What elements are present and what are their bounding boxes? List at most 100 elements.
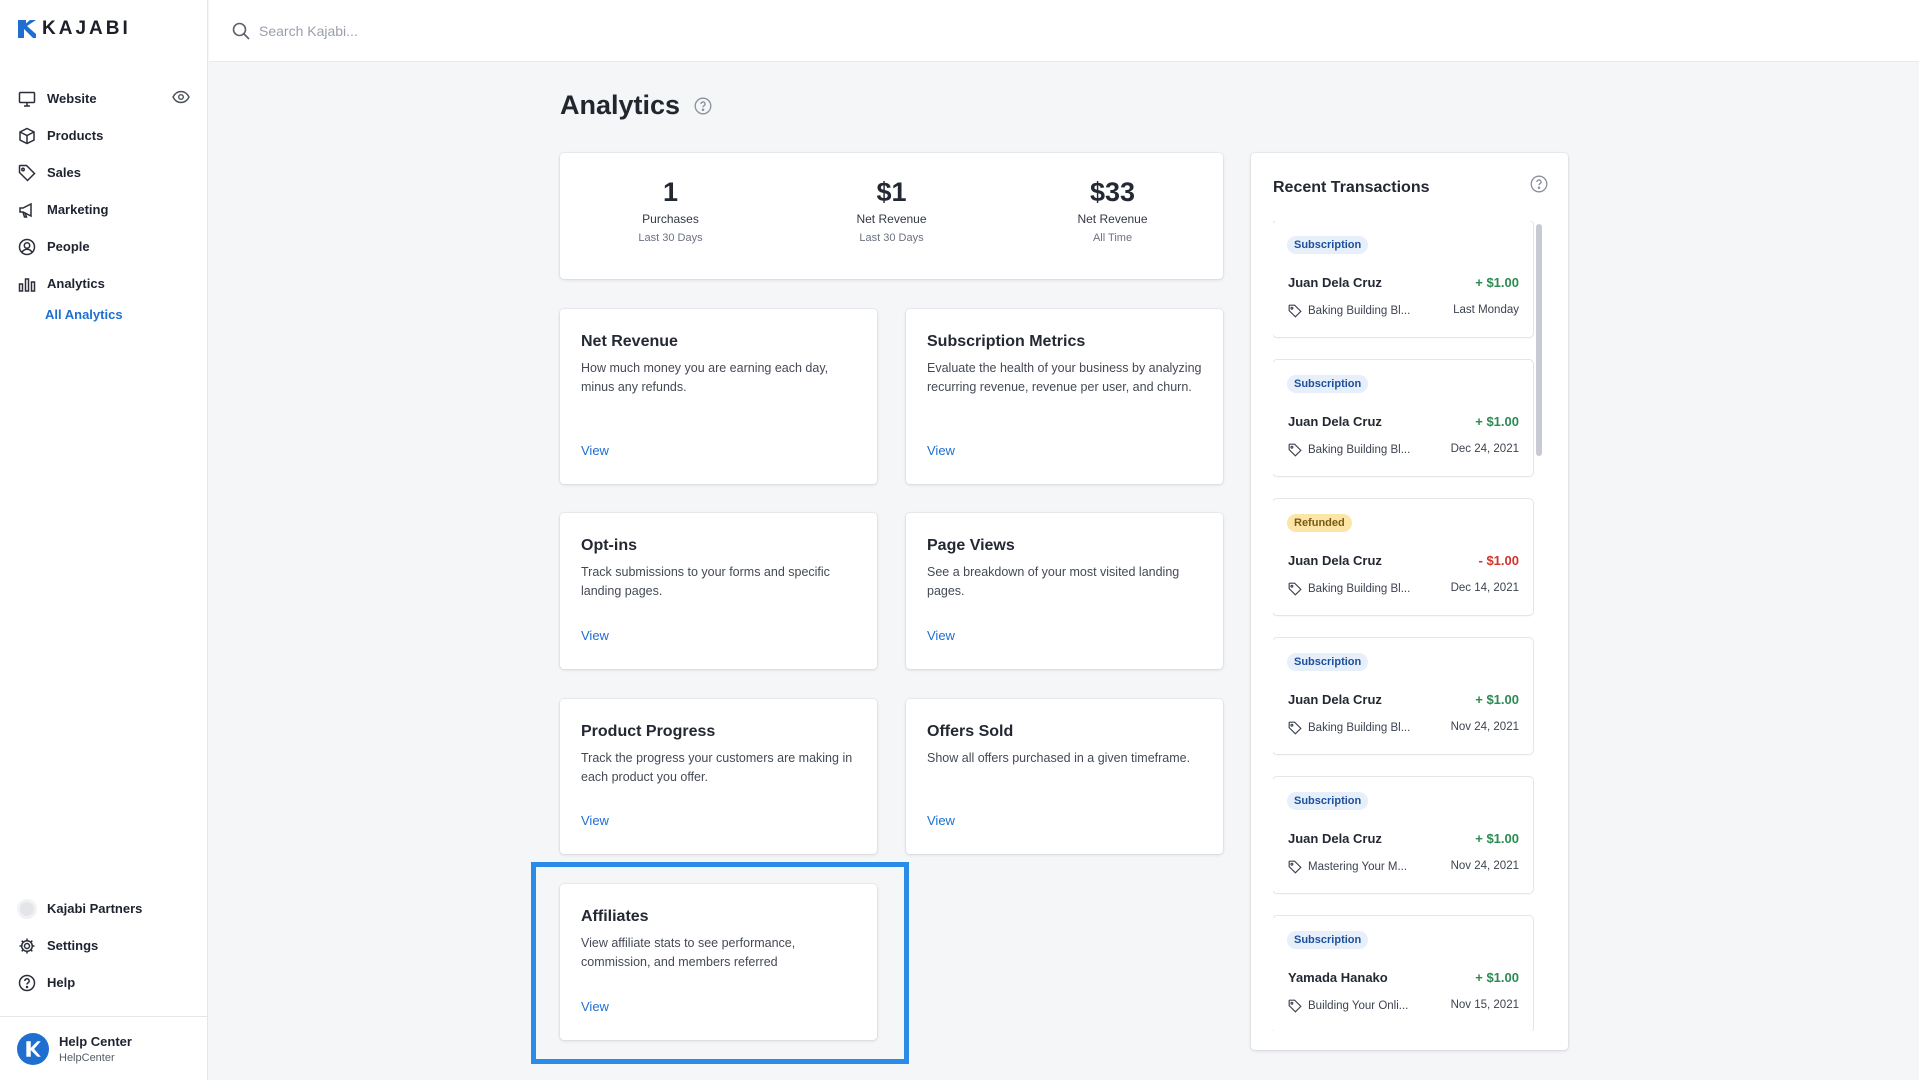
report-title: Offers Sold — [927, 723, 1014, 740]
sidebar-item-label: Help — [47, 975, 76, 990]
customer-name: Juan Dela Cruz — [1288, 692, 1382, 707]
view-link[interactable]: View — [927, 813, 955, 828]
status-badge: Subscription — [1287, 375, 1369, 393]
transaction-list[interactable]: Subscription Juan Dela Cruz + $1.00 Baki… — [1273, 221, 1535, 1031]
tag-icon — [1288, 304, 1302, 318]
report-card-affiliates: Affiliates View affiliate stats to see p… — [560, 884, 877, 1040]
product-name-text: Mastering Your M... — [1308, 861, 1408, 873]
product-name-text: Baking Building Bl... — [1308, 583, 1411, 595]
report-card-offers-sold: Offers Sold Show all offers purchased in… — [906, 699, 1223, 854]
user-circle-icon — [17, 237, 37, 257]
stat-period: Last 30 Days — [859, 232, 924, 244]
transaction-item[interactable]: Subscription Juan Dela Cruz + $1.00 Baki… — [1273, 638, 1533, 754]
stat-value: $33 — [1089, 177, 1136, 207]
page-title: Analytics — [560, 90, 712, 121]
report-description: Track submissions to your forms and spec… — [581, 565, 830, 598]
sidebar-item-marketing[interactable]: Marketing — [0, 191, 208, 228]
product-name: Mastering Your M... — [1288, 860, 1407, 874]
view-link[interactable]: View — [927, 443, 955, 458]
status-badge: Refunded — [1287, 514, 1352, 532]
report-title: Product Progress — [581, 723, 716, 740]
report-description: See a breakdown of your most visited lan… — [927, 565, 1180, 598]
account-name: Help Center — [59, 1033, 132, 1049]
sidebar-item-label: Products — [47, 128, 104, 143]
customer-name: Juan Dela Cruz — [1288, 414, 1382, 429]
sidebar-item-label: People — [47, 239, 90, 254]
sidebar-item-settings[interactable]: Settings — [0, 927, 208, 964]
sidebar-subitem-all-analytics[interactable]: All Analytics — [0, 302, 208, 326]
transaction-amount: + $1.00 — [1475, 692, 1519, 707]
help-circle-icon[interactable] — [694, 97, 712, 115]
transaction-amount: - $1.00 — [1478, 553, 1519, 568]
sidebar-item-label: Marketing — [47, 202, 109, 217]
stat-purchases: 1 Purchases Last 30 Days — [560, 153, 781, 279]
top-bar — [209, 0, 1919, 62]
bar-chart-icon — [17, 274, 37, 294]
transaction-item[interactable]: Refunded Juan Dela Cruz - $1.00 Baking B… — [1273, 499, 1533, 615]
product-name: Baking Building Bl... — [1288, 443, 1410, 457]
transactions-scrollbar[interactable] — [1536, 224, 1542, 456]
view-link[interactable]: View — [581, 813, 609, 828]
stat-value: $1 — [876, 177, 907, 207]
product-name-text: Building Your Onli... — [1308, 1000, 1409, 1012]
sidebar-item-help[interactable]: Help — [0, 964, 208, 1001]
sidebar-item-label: Sales — [47, 165, 81, 180]
stat-label: Net Revenue — [856, 212, 927, 226]
sidebar-item-kajabi-partners[interactable]: Kajabi Partners — [0, 890, 208, 927]
sidebar-item-website[interactable]: Website — [0, 80, 208, 117]
report-title: Net Revenue — [581, 333, 678, 350]
avatar — [17, 1032, 49, 1065]
sidebar-item-people[interactable]: People — [0, 228, 208, 265]
transaction-amount: + $1.00 — [1475, 831, 1519, 846]
view-link[interactable]: View — [581, 999, 609, 1014]
product-name: Baking Building Bl... — [1288, 304, 1410, 318]
sidebar-item-label: Settings — [47, 938, 99, 953]
main-nav: Website Products Sales Marketing People … — [0, 80, 208, 326]
sidebar-item-analytics[interactable]: Analytics — [0, 265, 208, 302]
stat-period: All Time — [1092, 232, 1133, 244]
tag-icon — [1288, 443, 1302, 457]
recent-transactions-panel: Recent Transactions Subscription Juan De… — [1251, 153, 1568, 1050]
report-title: Subscription Metrics — [927, 333, 1086, 350]
view-link[interactable]: View — [581, 443, 609, 458]
search-input[interactable] — [259, 22, 759, 39]
transaction-date: Nov 24, 2021 — [1450, 860, 1519, 872]
account-switcher[interactable]: Help Center HelpCenter — [0, 1016, 208, 1080]
transaction-item[interactable]: Subscription Juan Dela Cruz + $1.00 Baki… — [1273, 360, 1533, 476]
transaction-date: Last Monday — [1453, 304, 1519, 316]
view-link[interactable]: View — [927, 628, 955, 643]
product-name: Baking Building Bl... — [1288, 721, 1410, 735]
eye-icon[interactable] — [172, 90, 190, 107]
report-title: Opt-ins — [581, 537, 637, 554]
transaction-item[interactable]: Subscription Yamada Hanako + $1.00 Build… — [1273, 916, 1533, 1031]
panel-title: Recent Transactions — [1273, 179, 1430, 196]
account-subtitle: HelpCenter — [59, 1051, 115, 1064]
report-title: Affiliates — [581, 908, 649, 925]
transaction-date: Dec 14, 2021 — [1450, 582, 1519, 594]
stats-summary-card: 1 Purchases Last 30 Days $1 Net Revenue … — [560, 153, 1223, 279]
product-name: Baking Building Bl... — [1288, 582, 1410, 596]
search-icon — [232, 22, 250, 40]
box-icon — [17, 126, 37, 146]
transaction-date: Nov 24, 2021 — [1450, 721, 1519, 733]
report-card-net-revenue: Net Revenue How much money you are earni… — [560, 309, 877, 484]
transaction-date: Nov 15, 2021 — [1450, 999, 1519, 1011]
report-card-page-views: Page Views See a breakdown of your most … — [906, 513, 1223, 669]
product-name-text: Baking Building Bl... — [1308, 444, 1411, 456]
stat-net-revenue-30d: $1 Net Revenue Last 30 Days — [781, 153, 1002, 279]
partner-icon — [17, 898, 37, 919]
view-link[interactable]: View — [581, 628, 609, 643]
sidebar-item-products[interactable]: Products — [0, 117, 208, 154]
transaction-item[interactable]: Subscription Juan Dela Cruz + $1.00 Mast… — [1273, 777, 1533, 893]
kajabi-logo[interactable]: KAJABI — [18, 18, 131, 40]
status-badge: Subscription — [1287, 236, 1369, 254]
help-circle-icon[interactable] — [1530, 175, 1548, 193]
status-badge: Subscription — [1287, 792, 1369, 810]
transaction-item[interactable]: Subscription Juan Dela Cruz + $1.00 Baki… — [1273, 221, 1533, 337]
kajabi-logo-mark-icon — [18, 20, 36, 38]
tag-icon — [1288, 582, 1302, 596]
tag-icon — [17, 163, 37, 183]
sidebar-item-sales[interactable]: Sales — [0, 154, 208, 191]
sidebar: KAJABI Website Products Sales Marketing … — [0, 0, 208, 1080]
tag-icon — [1288, 721, 1302, 735]
